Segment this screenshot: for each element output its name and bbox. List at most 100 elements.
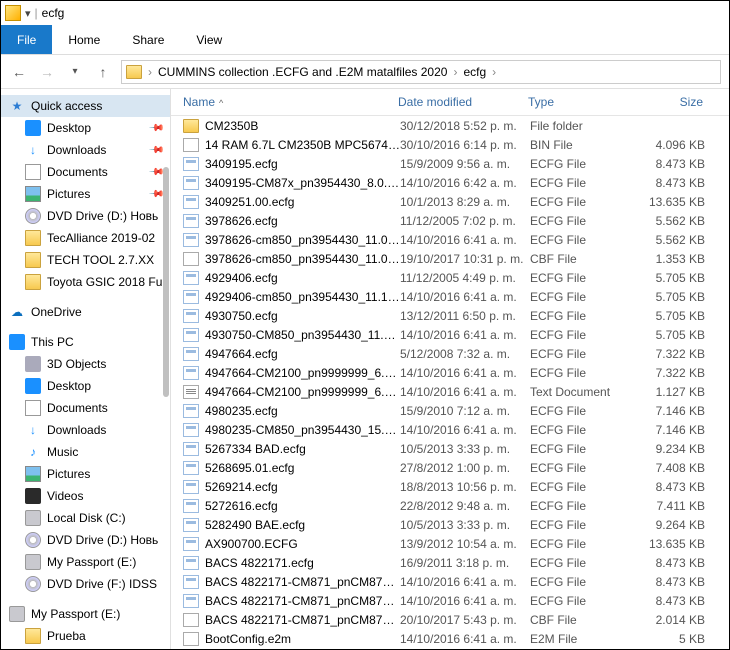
- file-row[interactable]: 4947664-CM2100_pn9999999_6.4.0.11.ecfg14…: [171, 363, 729, 382]
- file-name: BACS 4822171-CM871_pnCM871_8.0.0.91...: [205, 613, 400, 627]
- sidebar-item[interactable]: 3D Objects: [1, 353, 170, 375]
- sidebar-item[interactable]: TecAlliance 2019-02: [1, 227, 170, 249]
- file-row[interactable]: 4947664.ecfg5/12/2008 7:32 a. m.ECFG Fil…: [171, 344, 729, 363]
- chevron-right-icon[interactable]: ›: [490, 65, 498, 79]
- file-row[interactable]: 14 RAM 6.7L CM2350B MPC5674F main F...30…: [171, 135, 729, 154]
- file-row[interactable]: 5282490 BAE.ecfg10/5/2013 3:33 p. m.ECFG…: [171, 515, 729, 534]
- quick-access-toolbar[interactable]: ▾: [25, 7, 31, 20]
- file-type: ECFG File: [530, 309, 635, 323]
- file-row[interactable]: 5272616.ecfg22/8/2012 9:48 a. m.ECFG Fil…: [171, 496, 729, 515]
- file-size: 9.264 KB: [635, 518, 705, 532]
- file-date: 15/9/2009 9:56 a. m.: [400, 157, 530, 171]
- sidebar-item[interactable]: TECH TOOL 2.7.XX: [1, 249, 170, 271]
- file-row[interactable]: 4930750-CM850_pn3954430_11.1.0.16.ecfg14…: [171, 325, 729, 344]
- file-size: 13.635 KB: [635, 537, 705, 551]
- sidebar-item[interactable]: DVD Drive (D:) Новь: [1, 529, 170, 551]
- sidebar-item[interactable]: Toyota GSIC 2018 Fu: [1, 271, 170, 293]
- sidebar-item[interactable]: DVD Drive (D:) Новь: [1, 205, 170, 227]
- file-date: 13/12/2011 6:50 p. m.: [400, 309, 530, 323]
- sidebar-item[interactable]: Prueba: [1, 625, 170, 647]
- sidebar-item[interactable]: Videos: [1, 485, 170, 507]
- tab-share[interactable]: Share: [116, 25, 180, 54]
- file-row[interactable]: BACS 4822171-CM871_pnCM871_8.0.0.70...14…: [171, 572, 729, 591]
- sidebar-label: Quick access: [31, 99, 102, 113]
- file-row[interactable]: 5268695.01.ecfg27/8/2012 1:00 p. m.ECFG …: [171, 458, 729, 477]
- forward-button[interactable]: →: [37, 62, 57, 82]
- sidebar-item[interactable]: DVD Drive (F:) IDSS: [1, 573, 170, 595]
- tab-view[interactable]: View: [180, 25, 238, 54]
- file-date: 10/5/2013 3:33 p. m.: [400, 518, 530, 532]
- file-type: Text Document: [530, 385, 635, 399]
- sidebar-item[interactable]: ↓Downloads📌: [1, 139, 170, 161]
- file-type: CBF File: [530, 252, 635, 266]
- file-row[interactable]: CM2350B30/12/2018 5:52 p. m.File folder: [171, 116, 729, 135]
- sidebar-item-label: Documents: [47, 165, 108, 179]
- sidebar-item[interactable]: Pictures: [1, 463, 170, 485]
- address-bar[interactable]: › CUMMINS collection .ECFG and .E2M mata…: [121, 60, 721, 84]
- sort-asc-icon: ^: [219, 98, 223, 108]
- file-row[interactable]: 4929406-cm850_pn3954430_11.1.0.16.ecfg14…: [171, 287, 729, 306]
- file-row[interactable]: 3978626.ecfg11/12/2005 7:02 p. m.ECFG Fi…: [171, 211, 729, 230]
- breadcrumb-current[interactable]: ecfg: [463, 65, 486, 79]
- onedrive-header[interactable]: ☁ OneDrive: [1, 301, 170, 323]
- col-type[interactable]: Type: [528, 95, 633, 109]
- file-date: 15/9/2010 7:12 a. m.: [400, 404, 530, 418]
- file-row[interactable]: 3978626-cm850_pn3954430_11.0.0.6.ecfg14/…: [171, 230, 729, 249]
- file-row[interactable]: 3409195-CM87x_pn3954430_8.0.0.33.ecfg14/…: [171, 173, 729, 192]
- chevron-right-icon[interactable]: ›: [451, 65, 459, 79]
- file-list-pane: Name^ Date modified Type Size CM2350B30/…: [171, 89, 729, 649]
- file-type-icon: [183, 195, 199, 209]
- file-row[interactable]: 3409251.00.ecfg10/1/2013 8:29 a. m.ECFG …: [171, 192, 729, 211]
- passport-header[interactable]: My Passport (E:): [1, 603, 170, 625]
- sidebar-item[interactable]: ♪Music: [1, 441, 170, 463]
- file-row[interactable]: 3978626-cm850_pn3954430_11.0.0.60.cbf19/…: [171, 249, 729, 268]
- sidebar-item[interactable]: Desktop: [1, 375, 170, 397]
- sidebar-item[interactable]: Desktop📌: [1, 117, 170, 139]
- col-name[interactable]: Name^: [183, 95, 398, 109]
- file-size: 8.473 KB: [635, 176, 705, 190]
- file-row[interactable]: 5267334 BAD.ecfg10/5/2013 3:33 p. m.ECFG…: [171, 439, 729, 458]
- tab-home[interactable]: Home: [52, 25, 116, 54]
- sidebar-item[interactable]: Documents📌: [1, 161, 170, 183]
- file-type: ECFG File: [530, 518, 635, 532]
- file-row[interactable]: AX900700.ECFG13/9/2012 10:54 a. m.ECFG F…: [171, 534, 729, 553]
- file-row[interactable]: 5269214.ecfg18/8/2013 10:56 p. m.ECFG Fi…: [171, 477, 729, 496]
- chevron-right-icon[interactable]: ›: [146, 65, 154, 79]
- file-row[interactable]: 4929406.ecfg11/12/2005 4:49 p. m.ECFG Fi…: [171, 268, 729, 287]
- file-type-icon: [183, 328, 199, 342]
- sidebar-item[interactable]: ↓Downloads: [1, 419, 170, 441]
- file-date: 27/8/2012 1:00 p. m.: [400, 461, 530, 475]
- file-row[interactable]: BACS 4822171-CM871_pnCM871_8.0.0.91...20…: [171, 610, 729, 629]
- file-row[interactable]: BootConfig.e2m14/10/2016 6:41 a. m.E2M F…: [171, 629, 729, 648]
- sidebar-item[interactable]: Documents: [1, 397, 170, 419]
- file-row[interactable]: BACS 4822171.ecfg16/9/2011 3:18 p. m.ECF…: [171, 553, 729, 572]
- file-row[interactable]: 4980235-CM850_pn3954430_15.1.0.11.ecfg14…: [171, 420, 729, 439]
- scrollbar-thumb[interactable]: [163, 167, 169, 397]
- file-type: ECFG File: [530, 176, 635, 190]
- file-type: ECFG File: [530, 575, 635, 589]
- sidebar-item[interactable]: Pictures📌: [1, 183, 170, 205]
- file-row[interactable]: 4980235.ecfg15/9/2010 7:12 a. m.ECFG Fil…: [171, 401, 729, 420]
- file-row[interactable]: BACS 4822171-CM871_pnCM871_8.0.0.91...14…: [171, 591, 729, 610]
- back-button[interactable]: ←: [9, 62, 29, 82]
- col-date[interactable]: Date modified: [398, 95, 528, 109]
- sidebar-item[interactable]: My Passport (E:): [1, 551, 170, 573]
- this-pc-header[interactable]: This PC: [1, 331, 170, 353]
- file-list[interactable]: CM2350B30/12/2018 5:52 p. m.File folder1…: [171, 116, 729, 649]
- sidebar-item[interactable]: Local Disk (C:): [1, 507, 170, 529]
- file-date: 11/12/2005 7:02 p. m.: [400, 214, 530, 228]
- file-size: 1.353 KB: [635, 252, 705, 266]
- file-date: 14/10/2016 6:41 a. m.: [400, 575, 530, 589]
- breadcrumb-root[interactable]: CUMMINS collection .ECFG and .E2M matalf…: [158, 65, 447, 79]
- file-row[interactable]: 4947664-CM2100_pn9999999_6.4.0.11.TXT14/…: [171, 382, 729, 401]
- file-row[interactable]: 3409195.ecfg15/9/2009 9:56 a. m.ECFG Fil…: [171, 154, 729, 173]
- recent-dropdown[interactable]: ▾: [65, 62, 85, 82]
- navigation-pane[interactable]: ★ Quick access Desktop📌↓Downloads📌Docume…: [1, 89, 171, 649]
- tab-file[interactable]: File: [1, 25, 52, 54]
- file-row[interactable]: 4930750.ecfg13/12/2011 6:50 p. m.ECFG Fi…: [171, 306, 729, 325]
- file-name: 4929406-cm850_pn3954430_11.1.0.16.ecfg: [205, 290, 400, 304]
- col-size[interactable]: Size: [633, 95, 703, 109]
- quick-access-header[interactable]: ★ Quick access: [1, 95, 170, 117]
- file-type: ECFG File: [530, 347, 635, 361]
- up-button[interactable]: ↑: [93, 62, 113, 82]
